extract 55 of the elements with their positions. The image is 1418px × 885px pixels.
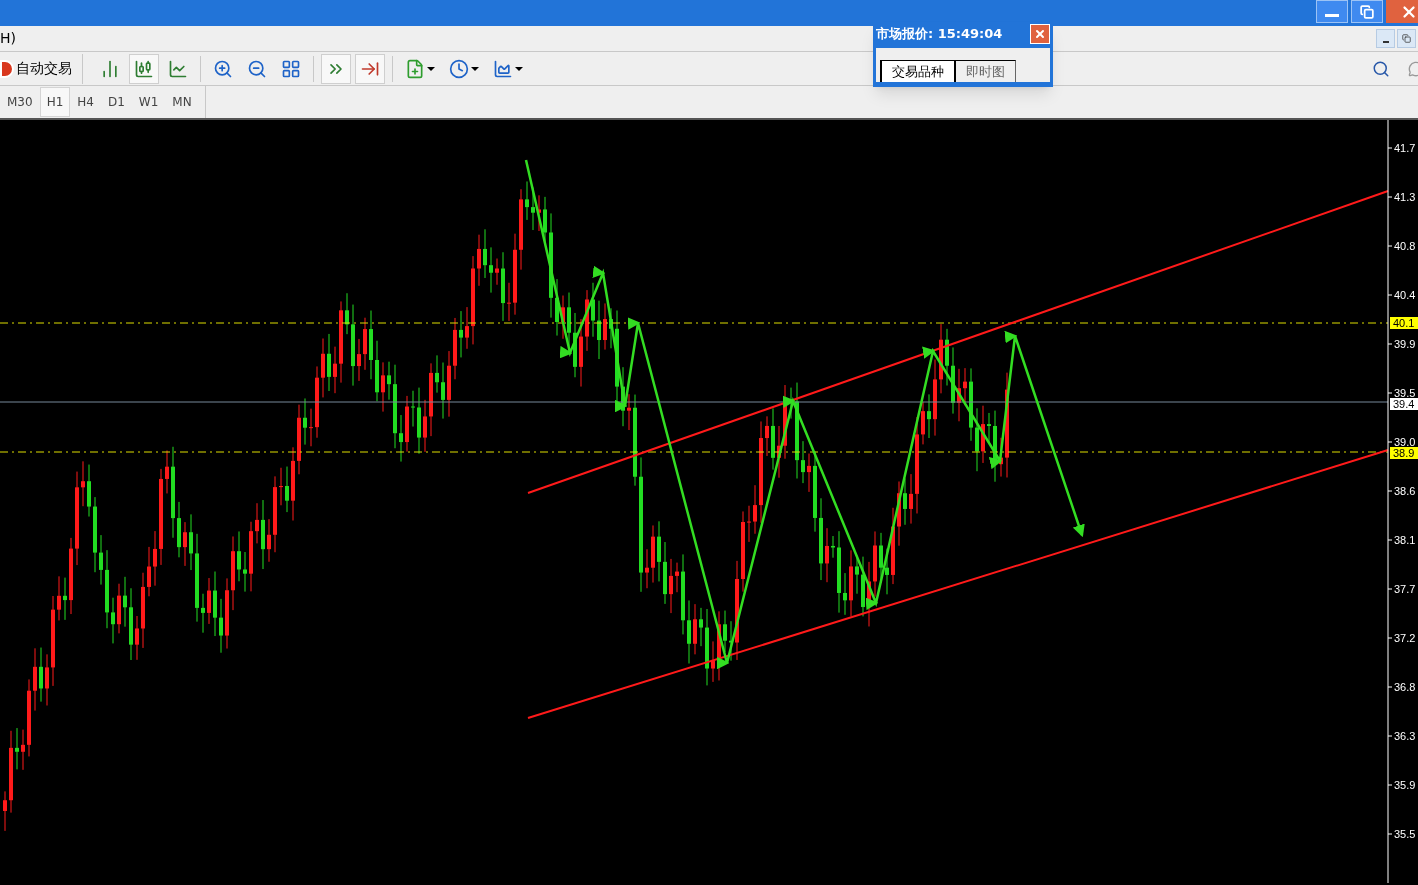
price-axis-label: 40.8 xyxy=(1394,240,1416,252)
price-tag: 39.4 xyxy=(1390,398,1418,410)
zoom-in-icon xyxy=(213,58,233,79)
line-chart-icon xyxy=(168,58,188,79)
dropdown-caret-icon xyxy=(427,66,435,71)
bar-chart-icon xyxy=(100,58,120,79)
toolbar-button[interactable] xyxy=(321,53,351,84)
dropdown-caret-icon xyxy=(471,66,479,71)
price-axis-label: 35.9 xyxy=(1394,779,1416,791)
minimize-icon xyxy=(1382,40,1389,43)
minimize-icon xyxy=(1325,14,1339,17)
price-axis-label: 39.9 xyxy=(1394,338,1416,350)
close-button[interactable] xyxy=(1030,24,1050,44)
menu-item[interactable]: H) xyxy=(0,28,16,49)
price-axis-label: 41.7 xyxy=(1394,142,1416,154)
price-axis-label: 40.4 xyxy=(1394,289,1416,301)
price-axis-label: 37.7 xyxy=(1394,583,1416,595)
child-minimize-button[interactable] xyxy=(1376,29,1395,48)
timeframe-tab[interactable]: H4 xyxy=(70,87,101,117)
window-tab[interactable]: 即时图 xyxy=(956,60,1016,82)
price-axis-label: 39.5 xyxy=(1394,387,1416,399)
price-axis-label: 39.0 xyxy=(1394,436,1416,448)
price-tag: 40.1 xyxy=(1390,317,1418,329)
area-chart-icon xyxy=(493,58,513,79)
restore-icon xyxy=(1402,34,1411,43)
file-plus-icon xyxy=(405,58,425,79)
price-axis-label: 41.3 xyxy=(1394,191,1416,203)
price-tag: 38.9 xyxy=(1390,447,1418,459)
search-icon[interactable] xyxy=(1372,59,1390,78)
window-title: 市场报价: 15:49:04 xyxy=(876,25,1003,44)
price-axis-label: 35.5 xyxy=(1394,828,1416,840)
minimize-button[interactable] xyxy=(1316,0,1348,23)
candlestick-icon xyxy=(134,58,154,79)
auto-trade-button[interactable]: 自动交易 xyxy=(0,53,83,84)
price-axis-label: 38.1 xyxy=(1394,534,1416,546)
zoom-out-icon xyxy=(247,58,267,79)
timeframe-tab[interactable]: H1 xyxy=(39,87,71,117)
price-axis-label: 36.8 xyxy=(1394,681,1416,693)
toolbar-button[interactable] xyxy=(129,53,159,84)
timeframe-tab[interactable]: M30 xyxy=(0,87,40,117)
toolbar-button[interactable] xyxy=(355,53,385,84)
close-button[interactable] xyxy=(1386,0,1418,23)
grid-icon xyxy=(281,58,301,79)
restore-button[interactable] xyxy=(1351,0,1383,23)
timeframe-tab[interactable]: D1 xyxy=(100,87,132,117)
price-axis-label: 38.6 xyxy=(1394,485,1416,497)
close-icon xyxy=(1034,28,1046,40)
price-axis-label: 36.3 xyxy=(1394,730,1416,742)
timeframe-tab[interactable]: MN xyxy=(165,87,199,117)
dropdown-caret-icon xyxy=(515,66,523,71)
clock-icon xyxy=(449,58,469,79)
price-axis-label: 37.2 xyxy=(1394,632,1416,644)
timeframe-tab[interactable]: W1 xyxy=(131,87,166,117)
window-tab[interactable]: 交易品种 xyxy=(880,60,956,82)
restore-icon xyxy=(1360,4,1374,19)
